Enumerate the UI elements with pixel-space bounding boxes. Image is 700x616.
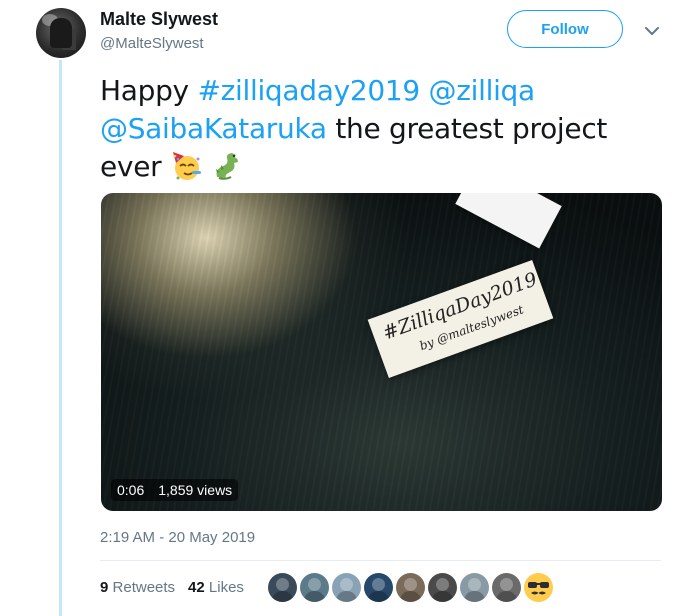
- partying-face-icon: [172, 152, 201, 180]
- video-info-badge: 0:06 1,859 views: [111, 479, 239, 501]
- tweet-timestamp[interactable]: 2:19 AM - 20 May 2019: [100, 529, 255, 546]
- liker-avatar[interactable]: [268, 573, 297, 602]
- liker-avatar[interactable]: [460, 573, 489, 602]
- mention-link-saibakataruka[interactable]: @SaibaKataruka: [100, 112, 327, 145]
- video-duration: 0:06: [117, 482, 145, 498]
- video-player[interactable]: #ZilliqaDay2019 by @malteslywest 0:06 1,…: [101, 193, 662, 511]
- tweet-text: Happy #zilliqaday2019 @zilliqa @SaibaKat…: [100, 72, 660, 186]
- retweets-stat[interactable]: 9 Retweets: [100, 579, 175, 596]
- author-handle[interactable]: @MalteSlywest: [100, 35, 204, 52]
- liker-avatar[interactable]: [332, 573, 361, 602]
- hashtag-link[interactable]: #zilliqaday2019: [197, 74, 420, 107]
- follow-button[interactable]: Follow: [507, 10, 623, 48]
- liker-avatar[interactable]: [492, 573, 521, 602]
- likes-label: Likes: [208, 579, 244, 596]
- avatar[interactable]: [36, 8, 86, 58]
- liker-avatar[interactable]: [364, 573, 393, 602]
- retweets-count: 9: [100, 579, 109, 596]
- liker-avatar[interactable]: [428, 573, 457, 602]
- author-name[interactable]: Malte Slywest: [100, 9, 218, 30]
- tweet-card: Malte Slywest @MalteSlywest Follow Happy…: [0, 0, 700, 616]
- sunglasses-mustache-icon[interactable]: [524, 573, 553, 602]
- liker-avatar[interactable]: [300, 573, 329, 602]
- likers-avatars: [268, 573, 553, 602]
- video-views: 1,859 views: [158, 482, 233, 498]
- divider: [100, 560, 661, 561]
- likes-stat[interactable]: 42 Likes: [188, 579, 244, 596]
- dragon-icon: [215, 153, 238, 180]
- tweet-word: Happy: [100, 74, 189, 107]
- mention-link-zilliqa[interactable]: @zilliqa: [429, 74, 536, 107]
- chevron-down-icon[interactable]: [643, 22, 661, 40]
- thread-line: [59, 60, 62, 616]
- tweet-stats: 9 Retweets 42 Likes: [100, 579, 244, 596]
- liker-avatar[interactable]: [396, 573, 425, 602]
- likes-count: 42: [188, 579, 205, 596]
- retweets-label: Retweets: [112, 579, 176, 596]
